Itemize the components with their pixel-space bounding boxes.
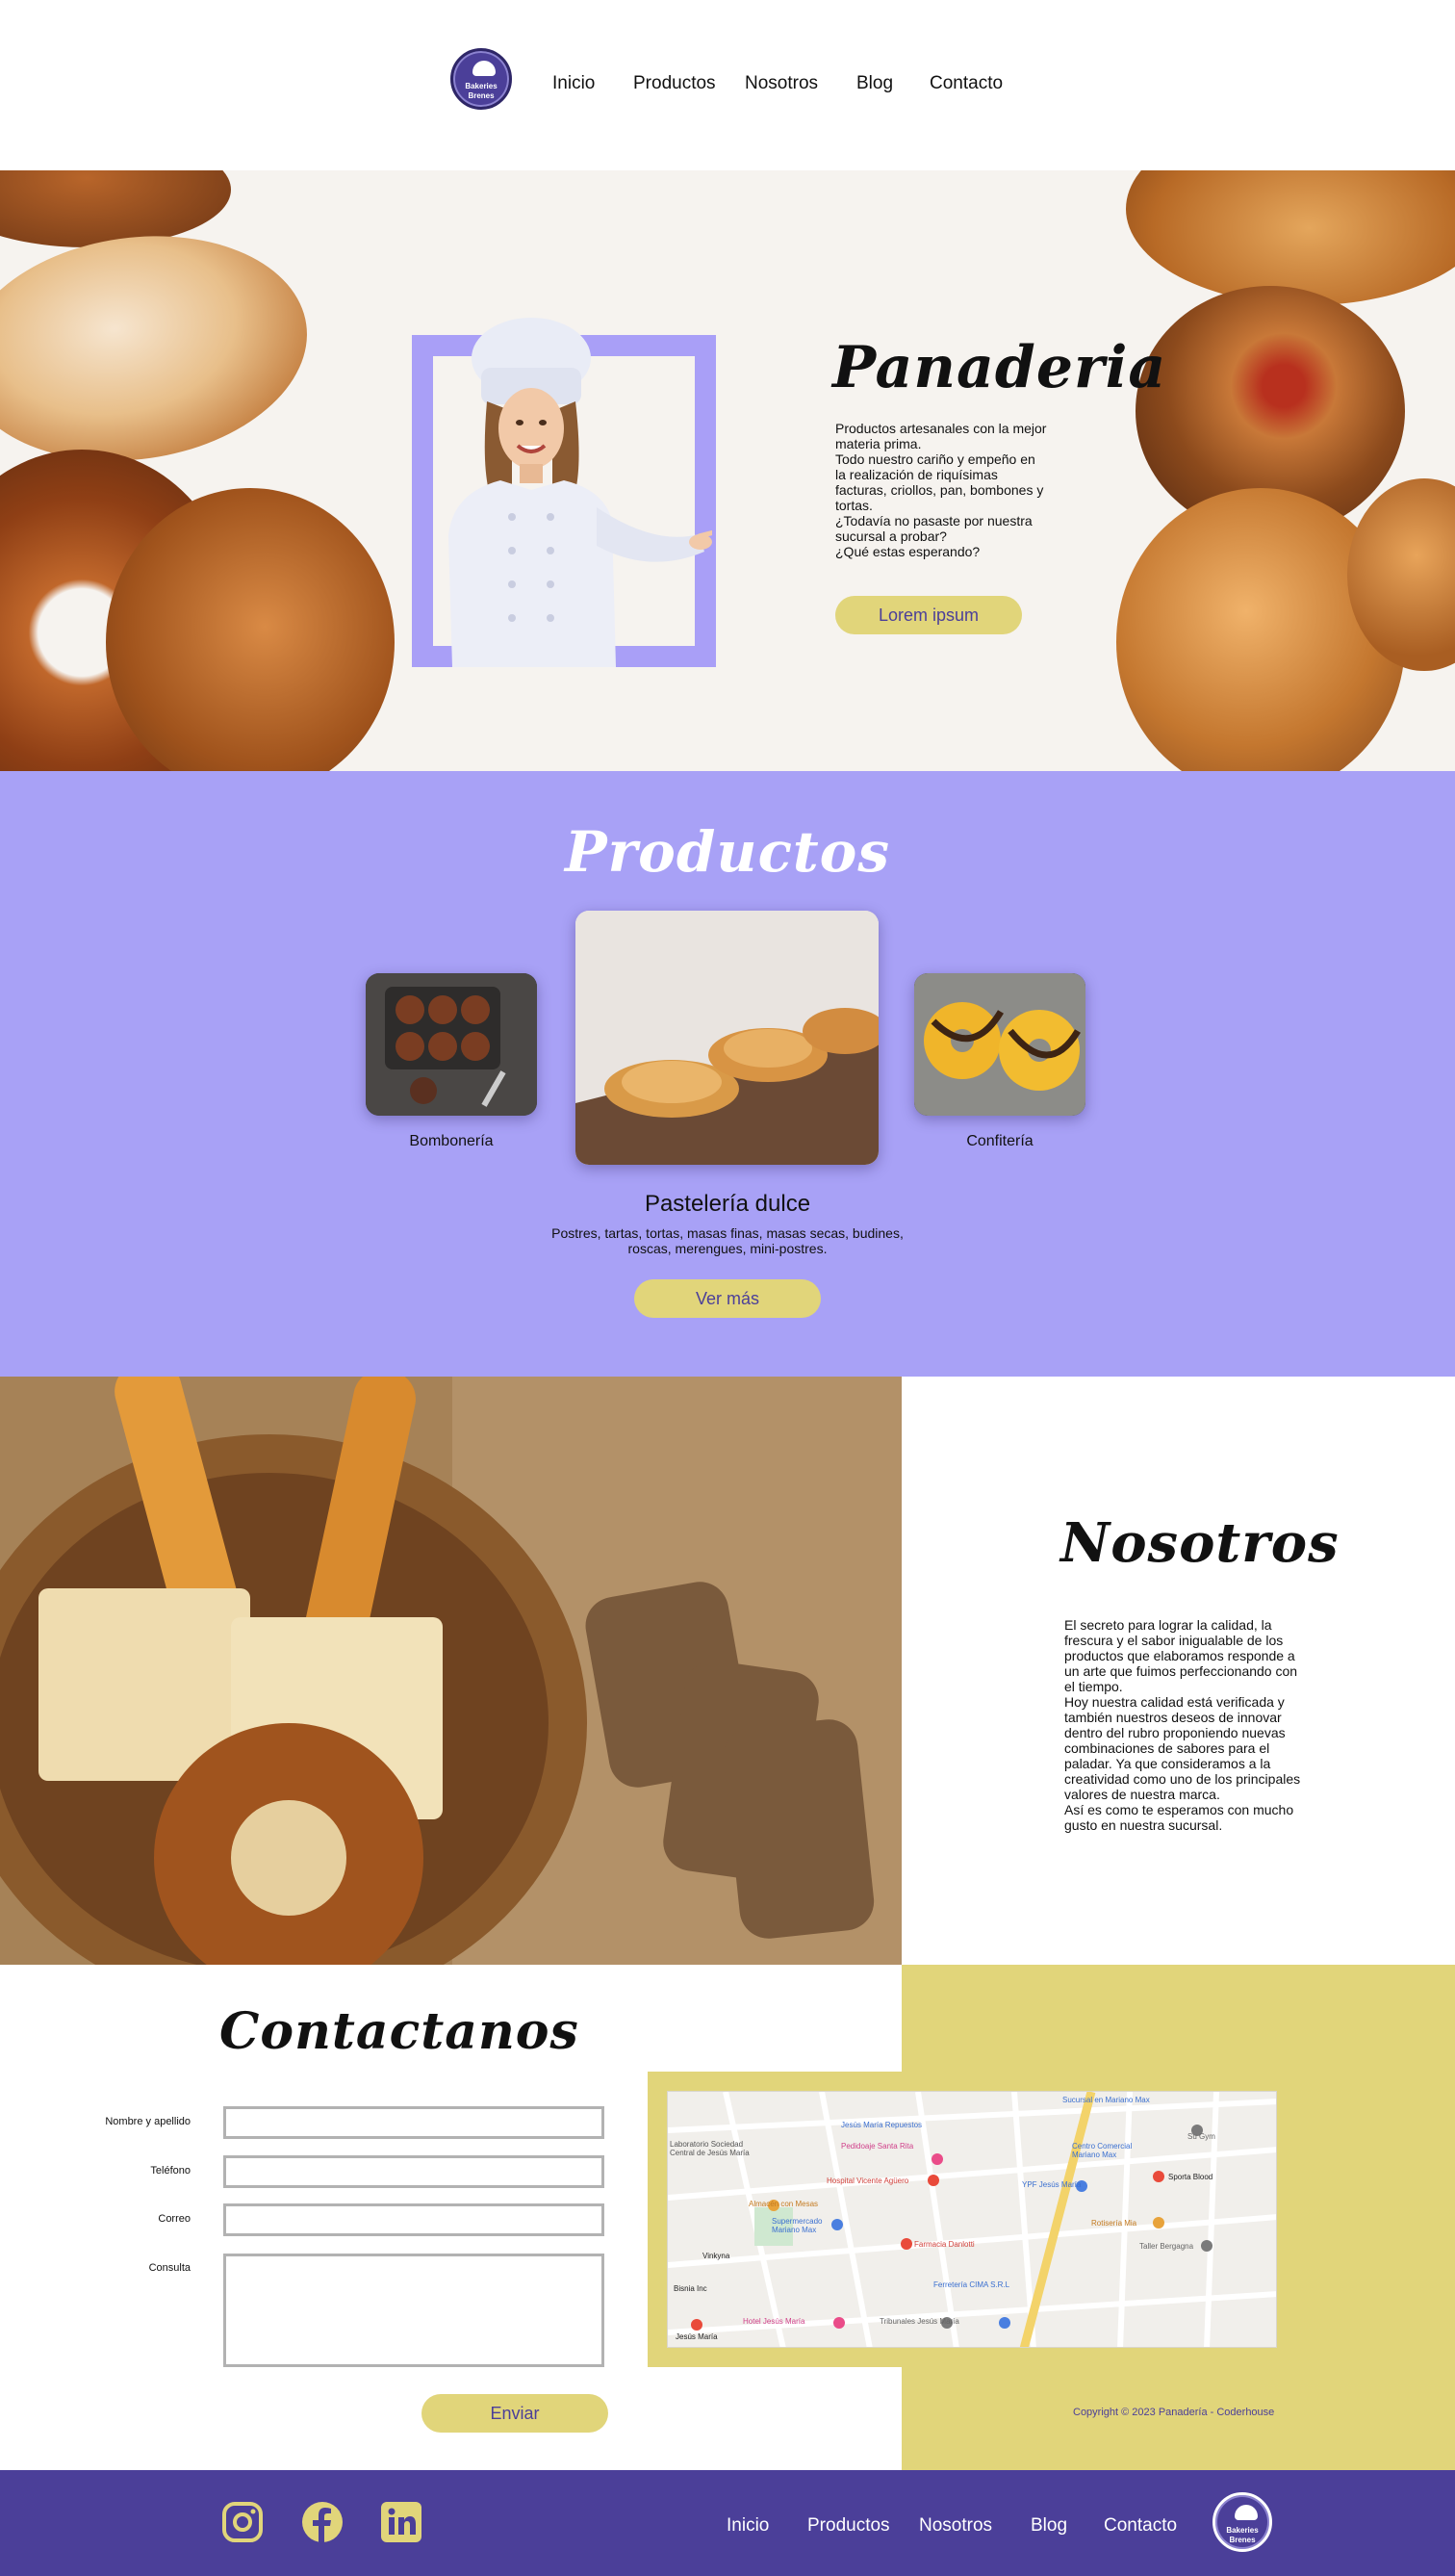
ver-mas-button[interactable]: Ver más: [634, 1279, 821, 1318]
nav-blog[interactable]: Blog: [856, 73, 893, 94]
map-label: Farmacia Danlotti: [914, 2240, 975, 2249]
telefono-input[interactable]: [223, 2155, 604, 2188]
map-label: Taller Bergagna: [1139, 2242, 1194, 2251]
map-label: YPF Jesús María: [1022, 2180, 1082, 2189]
logo-text-line1: Bakeries: [465, 82, 498, 90]
lorem-ipsum-button[interactable]: Lorem ipsum: [835, 596, 1022, 634]
bread-image: [0, 215, 322, 482]
site-footer: Inicio Productos Nosotros Blog Contacto …: [0, 2470, 1455, 2576]
footer-nav-contacto[interactable]: Contacto: [1104, 2515, 1177, 2537]
map-label: Su Gym: [1187, 2132, 1215, 2141]
facebook-icon[interactable]: [301, 2501, 344, 2543]
nombre-input[interactable]: [223, 2106, 604, 2139]
map-label: Hotel Jesús María: [743, 2317, 805, 2326]
label-consulta: Consulta: [148, 2262, 191, 2274]
product-card-pasteleria[interactable]: [575, 911, 879, 1165]
map-label: Hospital Vicente Agüero: [827, 2177, 909, 2185]
chef-image: [448, 318, 712, 667]
consulta-textarea[interactable]: [223, 2254, 604, 2367]
map-label: Rotisería Mia: [1091, 2219, 1137, 2228]
label-correo: Correo: [158, 2213, 191, 2225]
footer-nav-productos[interactable]: Productos: [807, 2515, 890, 2537]
card-label-confiteria: Confitería: [966, 1133, 1034, 1149]
bread-image: [1126, 170, 1455, 305]
logo-text-line2: Brenes: [1229, 2536, 1256, 2544]
logo-text-line1: Bakeries: [1226, 2526, 1259, 2535]
bread-image: [0, 170, 231, 247]
map-label: Sucursal en Mariano Max: [1062, 2096, 1150, 2104]
site-header: Bakeries Brenes Inicio Productos Nosotro…: [0, 0, 1455, 170]
map-label: Centro Comercial Mariano Max: [1072, 2142, 1133, 2159]
product-card-bomboneria[interactable]: [366, 973, 537, 1116]
hero-section: Panaderia Productos artesanales con la m…: [0, 170, 1455, 771]
map-label: Tribunales Jesús María: [880, 2317, 959, 2326]
footer-nav-blog[interactable]: Blog: [1031, 2515, 1067, 2537]
map-label: Ferretería CIMA S.R.L: [933, 2280, 1010, 2289]
instagram-icon[interactable]: [221, 2501, 264, 2543]
map-label: Pedidoaje Santa Rita: [841, 2142, 914, 2151]
label-telefono: Teléfono: [150, 2165, 191, 2177]
logo-text-line2: Brenes: [468, 91, 495, 100]
bread-basket-image: [0, 1377, 902, 1965]
product-card-confiteria[interactable]: [914, 973, 1085, 1116]
hero-title: Panaderia: [832, 334, 1167, 401]
map-label: Sporta Blood: [1168, 2173, 1213, 2181]
donuts-image: [914, 973, 1085, 1116]
footer-nav-inicio[interactable]: Inicio: [727, 2515, 769, 2537]
productos-title: Productos: [564, 819, 891, 885]
hero-description: Productos artesanales con la mejor mater…: [835, 421, 1047, 559]
linkedin-icon[interactable]: [380, 2501, 422, 2543]
bakery-logo[interactable]: Bakeries Brenes: [450, 48, 512, 110]
croissant-image: [575, 911, 879, 1165]
featured-product-title: Pastelería dulce: [644, 1191, 811, 1217]
nav-contacto[interactable]: Contacto: [930, 73, 1003, 94]
bread-image: [106, 488, 395, 771]
nav-nosotros[interactable]: Nosotros: [745, 73, 818, 94]
map-label: Supermercado Mariano Max: [772, 2217, 823, 2234]
map-label: Bisnia Inc: [674, 2284, 707, 2293]
correo-input[interactable]: [223, 2203, 604, 2236]
map-label: Laboratorio Sociedad Central de Jesús Ma…: [670, 2140, 750, 2157]
map-streets: [668, 2092, 1276, 2347]
map-label: Almacén con Mesas: [749, 2200, 819, 2208]
productos-section: Productos Bombonería Confitería Pasteler…: [0, 771, 1455, 1377]
nav-productos[interactable]: Productos: [633, 73, 716, 94]
google-map[interactable]: Jesús María Repuestos Sucursal en Marian…: [667, 2091, 1277, 2348]
featured-product-description: Postres, tartas, tortas, masas finas, ma…: [551, 1225, 904, 1256]
nosotros-description: El secreto para lograr la calidad, la fr…: [1064, 1617, 1301, 1833]
footer-bakery-logo[interactable]: Bakeries Brenes: [1212, 2492, 1272, 2552]
footer-nav-nosotros[interactable]: Nosotros: [919, 2515, 992, 2537]
copyright-text: Copyright © 2023 Panadería - Coderhouse: [1073, 2407, 1275, 2418]
map-label: Jesús María: [676, 2332, 718, 2341]
nosotros-title: Nosotros: [1060, 1511, 1340, 1575]
enviar-button[interactable]: Enviar: [421, 2394, 608, 2433]
map-label: Jesús María Repuestos: [841, 2121, 923, 2129]
map-label: Vinkyna: [702, 2252, 730, 2260]
label-nombre: Nombre y apellido: [105, 2116, 191, 2127]
muffins-image: [366, 973, 537, 1116]
nav-inicio[interactable]: Inicio: [552, 73, 595, 94]
chef-hat-icon: [472, 61, 496, 76]
contact-title: Contactanos: [219, 2002, 579, 2061]
card-label-bomboneria: Bombonería: [409, 1133, 494, 1149]
chef-hat-icon: [1235, 2505, 1258, 2520]
